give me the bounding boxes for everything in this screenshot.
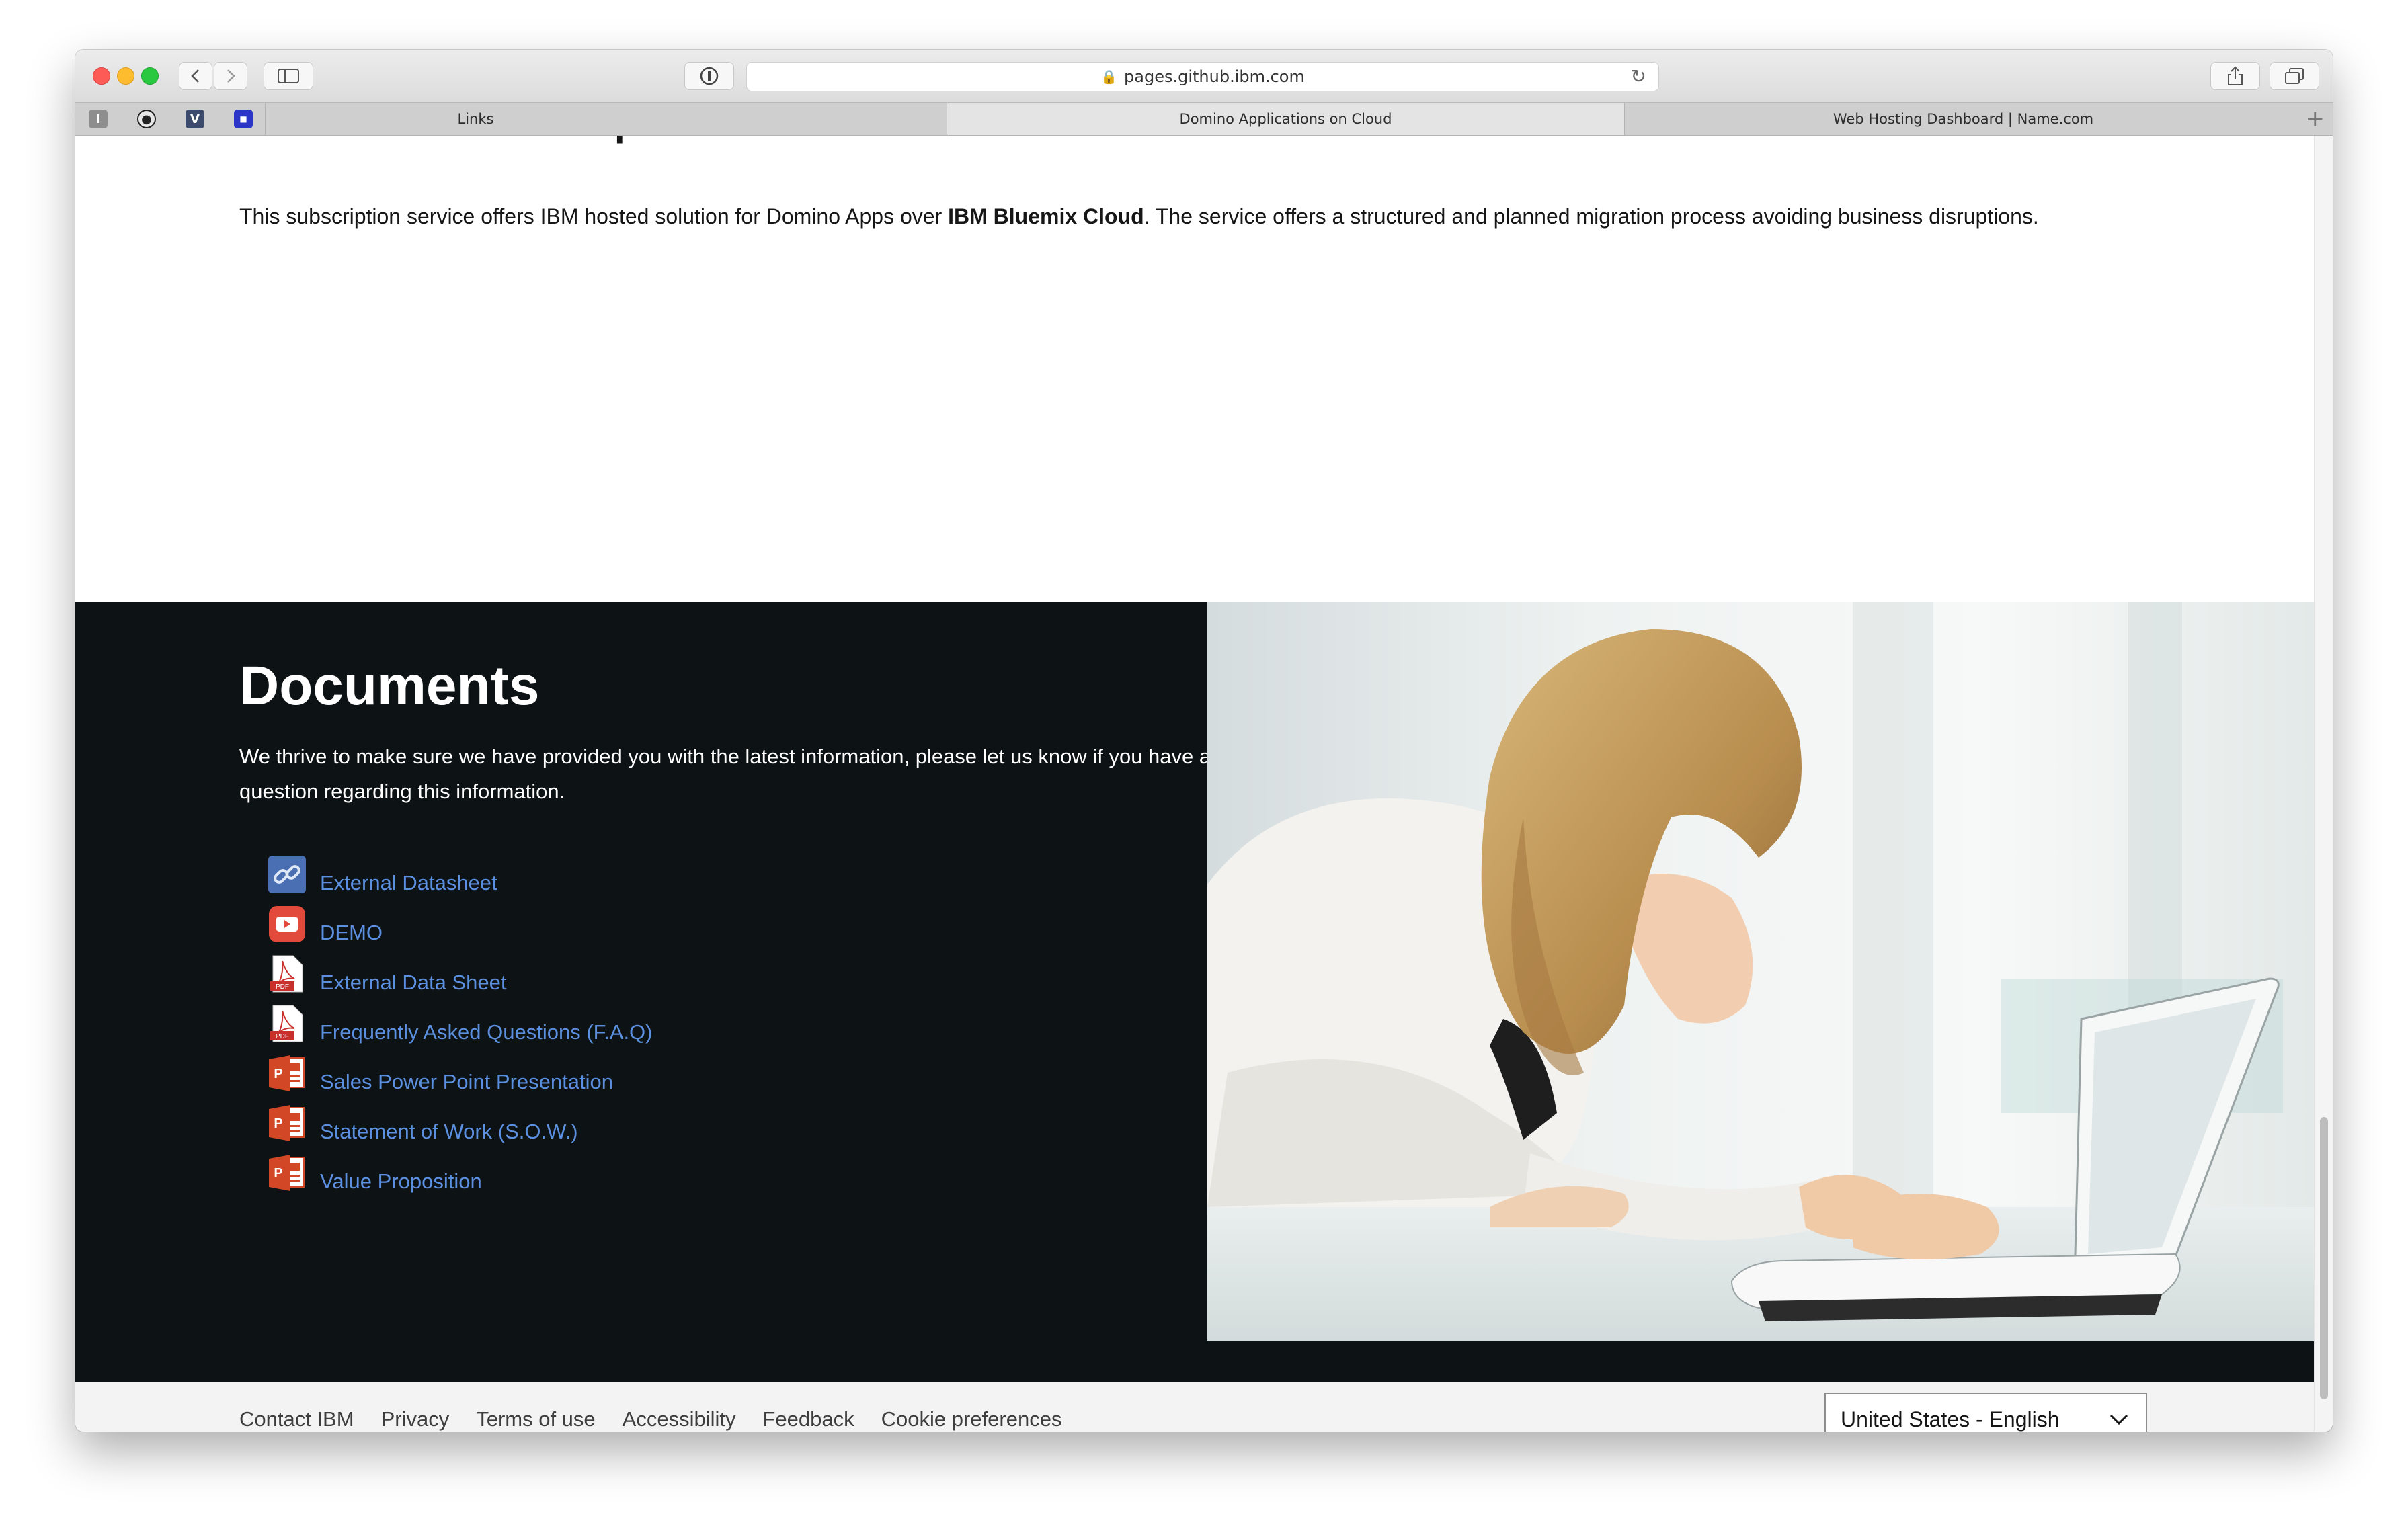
powerpoint-icon: P [269,1105,305,1141]
share-button[interactable] [2210,62,2260,90]
document-link-external-datasheet[interactable]: External Datasheet [320,871,497,895]
value-proposition-heading: The Value Proposition [239,136,817,145]
locale-selector[interactable]: United States - English [1824,1393,2147,1432]
footer-link-accessibility[interactable]: Accessibility [623,1407,736,1432]
footer-links: Contact IBM Privacy Terms of use Accessi… [239,1407,1061,1432]
tab-label: Links [457,111,494,127]
document-link-statement-of-work[interactable]: Statement of Work (S.O.W.) [320,1120,578,1144]
intro-text-end: . The service offers a structured and pl… [1143,204,2039,229]
ppt-letter: P [274,1067,282,1081]
document-link-sales-presentation[interactable]: Sales Power Point Presentation [320,1070,613,1094]
ppt-letter: P [274,1166,282,1181]
scrollbar-thumb[interactable] [2320,1117,2328,1399]
address-bar[interactable]: 🔒 pages.github.ibm.com ↻ [746,62,1659,91]
close-window-button[interactable] [93,67,110,85]
tab-domino-applications[interactable]: Domino Applications on Cloud [947,103,1624,135]
1password-favicon[interactable]: ● [137,110,156,128]
footer-link-feedback[interactable]: Feedback [762,1407,854,1432]
footer-link-privacy[interactable]: Privacy [381,1407,450,1432]
forward-button[interactable] [214,62,247,90]
link-icon [268,856,306,893]
chevron-left-icon [191,69,199,83]
list-item: P Statement of Work (S.O.W.) [268,1104,738,1144]
footer-link-contact-ibm[interactable]: Contact IBM [239,1407,354,1432]
new-tab-button[interactable]: + [2306,106,2325,132]
document-link-external-data-sheet[interactable]: External Data Sheet [320,970,506,995]
chevron-down-icon [2110,1414,2128,1425]
vertical-scrollbar[interactable] [2314,136,2333,1432]
locale-selected-value: United States - English [1841,1407,2060,1432]
page-content: The Value Proposition This subscription … [75,136,2314,1432]
zoom-window-button[interactable] [141,67,159,85]
pdf-badge: PDF [276,1033,289,1040]
intro-text: This subscription service offers IBM hos… [239,204,949,229]
list-item: P Value Proposition [268,1153,738,1194]
sidebar-toggle-button[interactable] [264,62,313,90]
list-item: P Sales Power Point Presentation [268,1054,738,1094]
bookmark-favicon[interactable]: ■ [234,110,253,128]
footer-link-cookie-preferences[interactable]: Cookie preferences [881,1407,1062,1432]
chevron-right-icon [227,69,235,83]
pdf-icon: PDF [270,1005,303,1042]
back-button[interactable] [179,62,212,90]
page-footer: Contact IBM Privacy Terms of use Accessi… [75,1382,2314,1432]
document-link-value-proposition[interactable]: Value Proposition [320,1169,482,1194]
tab-bar: I ● V ■ Links Domino Applications on Clo… [75,102,2333,136]
ppt-letter: P [274,1116,282,1131]
lock-icon: 🔒 [1100,69,1118,85]
document-link-demo[interactable]: DEMO [320,921,383,945]
documents-section: Documents We thrive to make sure we have… [75,602,2314,1382]
intro-bold-text: IBM Bluemix Cloud [948,204,1144,229]
tab-label: Web Hosting Dashboard | Name.com [1833,111,2094,127]
footer-link-terms-of-use[interactable]: Terms of use [476,1407,595,1432]
woman-with-laptop-photo [1207,602,2314,1362]
v-favicon[interactable]: V [186,110,204,128]
minimize-window-button[interactable] [117,67,134,85]
list-item: External Datasheet [268,855,738,895]
list-item: DEMO [268,905,738,945]
tab-web-hosting-dashboard[interactable]: Web Hosting Dashboard | Name.com [1624,103,2302,135]
powerpoint-icon: P [269,1155,305,1191]
browser-toolbar: 🔒 pages.github.ibm.com ↻ [75,50,2333,102]
pdf-icon: PDF [270,955,303,993]
intro-paragraph: This subscription service offers IBM hos… [239,202,2256,231]
documents-description: We thrive to make sure we have provided … [239,745,1211,803]
url-text: pages.github.ibm.com [1124,67,1305,86]
list-item: PDF Frequently Asked Questions (F.A.Q) [268,1004,738,1044]
pdf-badge: PDF [276,983,289,991]
browser-window: 🔒 pages.github.ibm.com ↻ I ● V ■ Links D… [75,50,2333,1432]
reload-icon[interactable]: ↻ [1631,65,1646,87]
tab-overview-button[interactable] [2270,62,2319,90]
youtube-icon [269,906,305,942]
list-item: PDF External Data Sheet [268,954,738,995]
documents-title: Documents [239,655,540,716]
tabs-icon [2285,68,2304,84]
powerpoint-icon: P [269,1055,305,1091]
1password-icon [700,67,719,85]
share-icon [2228,66,2243,85]
password-manager-button[interactable] [684,62,734,90]
sidebar-icon [278,69,299,83]
tab-label: Domino Applications on Cloud [1179,111,1392,127]
ibm-favicon[interactable]: I [89,110,108,128]
tab-links[interactable]: Links [265,103,686,135]
document-link-faq[interactable]: Frequently Asked Questions (F.A.Q) [320,1020,653,1044]
